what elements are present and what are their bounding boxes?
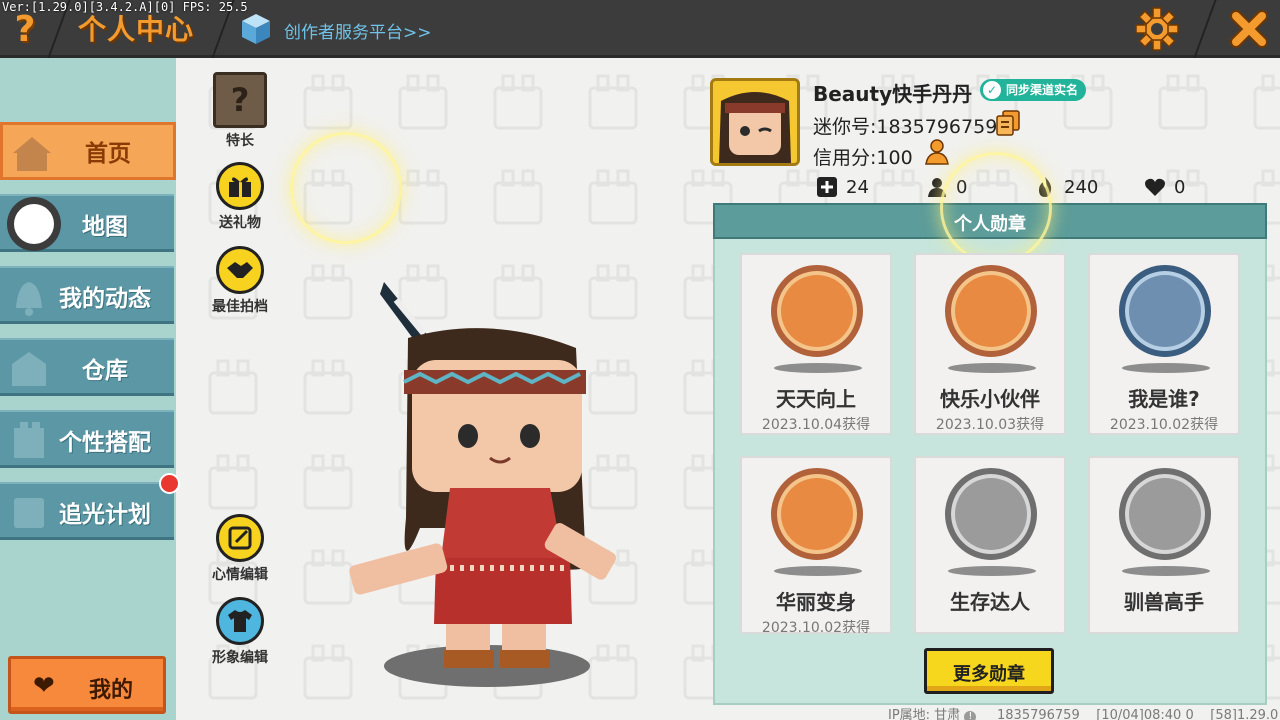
- glow-effect: [940, 152, 1052, 264]
- medal-card[interactable]: 生存达人: [914, 456, 1066, 634]
- house-icon: [13, 137, 51, 171]
- medal-name: 华丽变身: [776, 590, 856, 614]
- footer-info: IP属地: 甘肃 ! 1835796759 [10/04]08:40 0 [58…: [888, 704, 1278, 720]
- light-plan-icon: [14, 498, 44, 528]
- sidebar-item-label: 个性搭配: [59, 430, 151, 456]
- medal-date: 2023.10.02获得: [1109, 417, 1219, 433]
- verify-badge[interactable]: ✓ 同步渠道实名: [980, 79, 1087, 101]
- send-gift-label: 送礼物: [219, 215, 261, 231]
- username: Beauty快手丹丹: [813, 82, 973, 106]
- cube-icon[interactable]: [240, 12, 272, 46]
- creator-platform-link[interactable]: 创作者服务平台>>: [284, 18, 432, 43]
- map-toggle[interactable]: [14, 204, 54, 244]
- medal-date: 2023.10.04获得: [761, 417, 871, 433]
- best-photo-label: 最佳拍档: [212, 299, 268, 315]
- best-photo-action[interactable]: 最佳拍档: [205, 246, 275, 316]
- sidebar-item-light-plan[interactable]: 追光计划: [0, 482, 174, 540]
- my-button-label: 我的: [89, 678, 134, 703]
- medal-date: 2023.10.02获得: [761, 620, 871, 636]
- friends-stat[interactable]: 24: [816, 176, 869, 198]
- specialty-label: 特长: [226, 133, 254, 149]
- medal-name: 天天向上: [776, 387, 856, 411]
- info-icon[interactable]: !: [964, 711, 977, 720]
- sidebar-item-storage[interactable]: 仓库: [0, 338, 174, 396]
- medal-base: [774, 363, 862, 373]
- medal-card[interactable]: 我是谁? 2023.10.02获得: [1088, 253, 1240, 435]
- medal-name: 驯兽高手: [1124, 590, 1204, 614]
- likes-stat[interactable]: 0: [1144, 176, 1185, 198]
- footer-id: 1835796759: [997, 708, 1080, 720]
- glow-effect: [290, 132, 402, 244]
- transform-medal-icon: [771, 468, 863, 560]
- credit-score: 信用分:100: [813, 147, 913, 169]
- medal-base: [1122, 566, 1210, 576]
- handshake-icon: [227, 262, 253, 278]
- close-icon[interactable]: [1226, 6, 1272, 52]
- gear-icon[interactable]: [1134, 6, 1180, 52]
- sidebar-item-label: 追光计划: [59, 502, 151, 528]
- sidebar-item-label: 仓库: [82, 358, 128, 384]
- edit-icon: [228, 526, 252, 550]
- credit-user-icon[interactable]: [924, 138, 952, 166]
- user-check-icon: ✓: [983, 81, 1001, 99]
- medal-card[interactable]: 华丽变身 2023.10.02获得: [740, 456, 892, 636]
- sidebar-item-label: 首页: [85, 141, 131, 167]
- heart-icon: [1145, 178, 1165, 196]
- help-button[interactable]: ?: [8, 10, 42, 50]
- sidebar-item-home[interactable]: 首页: [0, 122, 176, 180]
- medal-base: [774, 566, 862, 576]
- footer-time: [10/04]08:40 0: [1096, 708, 1194, 720]
- calendar-medal-icon: [771, 265, 863, 357]
- more-medals-label: 更多勋章: [953, 664, 1025, 685]
- gift-icon: [229, 177, 251, 197]
- notification-dot: [159, 473, 180, 494]
- verify-badge-label: 同步渠道实名: [1006, 83, 1079, 97]
- campfire-medal-icon: [945, 468, 1037, 560]
- sidebar-item-label: 我的动态: [59, 286, 151, 312]
- ip-location: IP属地: 甘肃: [888, 708, 961, 720]
- medal-name: 生存达人: [950, 590, 1030, 614]
- specialty-action[interactable]: ? 特长: [205, 72, 275, 150]
- outfit-icon: [14, 422, 44, 458]
- identity-card-medal-icon: [1119, 265, 1211, 357]
- avatar-portrait: [713, 81, 797, 163]
- send-gift-action[interactable]: 送礼物: [205, 162, 275, 232]
- shirt-icon: [228, 610, 252, 632]
- bell-icon: [16, 282, 42, 316]
- medal-name: 我是谁?: [1128, 387, 1200, 411]
- debug-info: Ver:[1.29.0][3.4.2.A][0] FPS: 25.5: [2, 0, 248, 14]
- friends-medal-icon: [945, 265, 1037, 357]
- question-icon: ?: [230, 81, 250, 119]
- mini-id: 迷你号:1835796759: [813, 116, 998, 138]
- page-title: 个人中心: [78, 13, 195, 46]
- storage-icon: [12, 352, 46, 386]
- mood-edit-label: 心情编辑: [212, 567, 268, 583]
- medal-name: 快乐小伙伴: [940, 387, 1040, 411]
- add-friend-icon: [817, 177, 837, 197]
- medal-base: [948, 566, 1036, 576]
- likes-count: 0: [1174, 176, 1186, 198]
- copy-icon[interactable]: [996, 110, 1020, 136]
- medal-card[interactable]: 驯兽高手: [1088, 456, 1240, 634]
- more-medals-button[interactable]: 更多勋章: [924, 648, 1054, 694]
- footer-version: [58]1.29.0: [1210, 708, 1279, 720]
- sidebar-item-outfit[interactable]: 个性搭配: [0, 410, 174, 468]
- medal-card[interactable]: 天天向上 2023.10.04获得: [740, 253, 892, 435]
- medal-card[interactable]: 快乐小伙伴 2023.10.03获得: [914, 253, 1066, 435]
- sidebar-item-label: 地图: [82, 214, 128, 240]
- mood-edit-action[interactable]: 心情编辑: [205, 514, 275, 584]
- popularity-count: 240: [1064, 176, 1099, 198]
- medal-base: [948, 363, 1036, 373]
- heart-icon: ❤: [33, 671, 55, 701]
- medal-date: 2023.10.03获得: [935, 417, 1045, 433]
- character-model[interactable]: [340, 278, 630, 678]
- avatar-edit-action[interactable]: 形象编辑: [205, 597, 275, 667]
- friends-count: 24: [846, 176, 869, 198]
- sidebar-item-activity[interactable]: 我的动态: [0, 266, 174, 324]
- beast-tamer-medal-icon: [1119, 468, 1211, 560]
- avatar[interactable]: [710, 78, 800, 166]
- avatar-edit-label: 形象编辑: [212, 650, 268, 666]
- my-button[interactable]: ❤ 我的: [8, 656, 166, 714]
- medal-base: [1122, 363, 1210, 373]
